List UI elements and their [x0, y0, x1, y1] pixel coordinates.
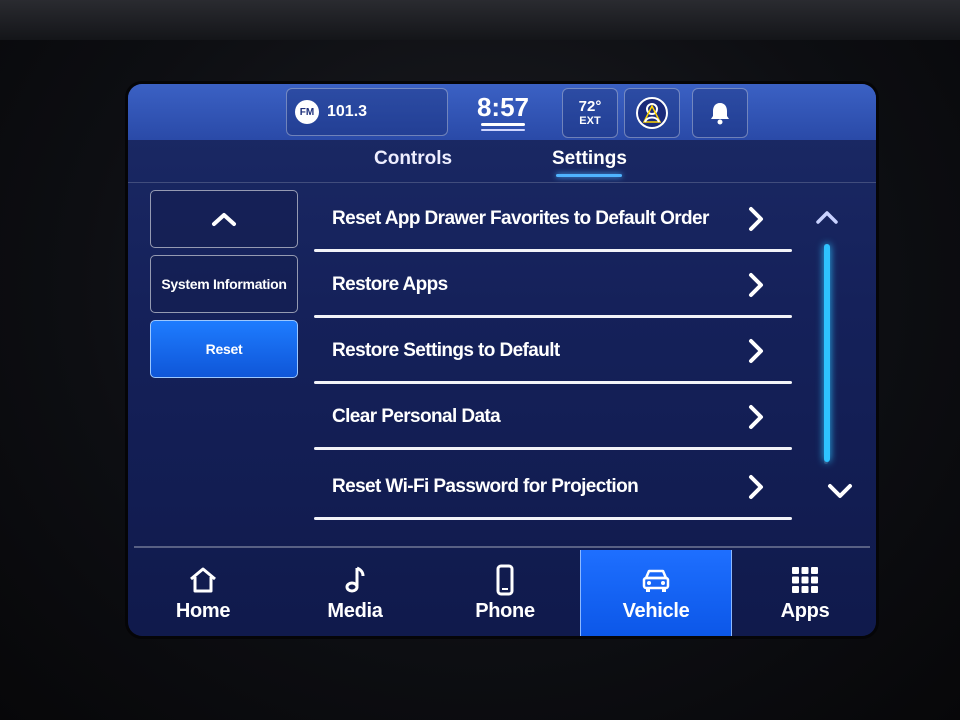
- scroll-up-arrow-icon[interactable]: [814, 208, 840, 226]
- grid-icon: [792, 566, 818, 593]
- music-note-icon: [345, 566, 365, 592]
- clock-time: 8:57: [476, 92, 530, 122]
- sidebar-item-system-information[interactable]: System Information: [150, 255, 298, 313]
- notifications-button[interactable]: [692, 88, 748, 138]
- chevron-right-icon: [749, 405, 763, 429]
- dashboard-trim: [0, 0, 960, 40]
- chevron-up-icon: [212, 213, 236, 226]
- list-item-label: Restore Apps: [332, 274, 448, 295]
- list-item-label: Clear Personal Data: [332, 406, 501, 427]
- list-item-label: Reset App Drawer Favorites to Default Or…: [332, 208, 709, 229]
- sidebar-item-reset[interactable]: Reset: [150, 320, 298, 378]
- nav-phone[interactable]: Phone: [430, 550, 580, 636]
- nav-apps[interactable]: Apps: [730, 550, 876, 636]
- list-item-reset-wifi-password[interactable]: Reset Wi-Fi Password for Projection: [314, 454, 794, 520]
- list-item-label: Reset Wi-Fi Password for Projection: [332, 476, 639, 497]
- nav-home[interactable]: Home: [128, 550, 278, 636]
- list-item-clear-personal-data[interactable]: Clear Personal Data: [314, 384, 794, 450]
- chevron-right-icon: [749, 475, 763, 499]
- nav-media[interactable]: Media: [280, 550, 430, 636]
- chevron-right-icon: [749, 339, 763, 363]
- driver-profile-icon: [636, 97, 668, 129]
- status-bar: FM 101.3 8:57 72° EXT: [128, 84, 876, 140]
- tab-controls[interactable]: Controls: [374, 148, 452, 170]
- chevron-right-icon: [749, 207, 763, 231]
- phone-icon: [496, 564, 514, 595]
- sidebar-item-label: Reset: [205, 341, 243, 357]
- scrollbar-thumb[interactable]: [824, 244, 830, 462]
- clock-underline: [481, 123, 525, 126]
- nav-label: Home: [175, 599, 231, 622]
- nav-vehicle[interactable]: Vehicle: [580, 550, 732, 636]
- radio-frequency: 101.3: [327, 103, 368, 120]
- driver-profile-button[interactable]: [624, 88, 680, 138]
- car-icon: [642, 569, 670, 592]
- bell-icon: [711, 103, 729, 125]
- radio-band-icon: FM: [295, 100, 319, 124]
- nav-label: Phone: [475, 599, 535, 622]
- clock-underline-secondary: [481, 129, 525, 131]
- list-item-restore-apps[interactable]: Restore Apps: [314, 252, 794, 318]
- temperature-widget[interactable]: 72° EXT: [562, 88, 618, 138]
- sidebar-scroll-up-button[interactable]: [150, 190, 298, 248]
- clock-widget[interactable]: 8:57: [452, 88, 554, 136]
- nav-label: Vehicle: [622, 599, 690, 622]
- home-icon: [190, 567, 216, 592]
- tab-settings[interactable]: Settings: [552, 148, 627, 170]
- tab-divider: [128, 182, 876, 183]
- bottom-nav-divider: [134, 546, 870, 548]
- active-tab-indicator: [556, 174, 622, 177]
- list-divider: [314, 517, 792, 520]
- list-item-label: Restore Settings to Default: [332, 340, 560, 361]
- scroll-down-arrow-icon[interactable]: [826, 482, 854, 500]
- list-divider: [314, 447, 792, 450]
- temperature-label: EXT: [579, 115, 601, 127]
- list-item-restore-settings[interactable]: Restore Settings to Default: [314, 318, 794, 384]
- chevron-right-icon: [749, 273, 763, 297]
- radio-widget[interactable]: FM 101.3: [286, 88, 448, 136]
- infotainment-screen: FM 101.3 8:57 72° EXT Controls Settings …: [128, 84, 876, 636]
- sidebar-item-label: System Information: [161, 276, 287, 292]
- list-item-reset-app-drawer[interactable]: Reset App Drawer Favorites to Default Or…: [314, 186, 794, 252]
- nav-label: Apps: [780, 599, 830, 622]
- nav-label: Media: [327, 599, 383, 622]
- temperature-value: 72°: [578, 98, 602, 115]
